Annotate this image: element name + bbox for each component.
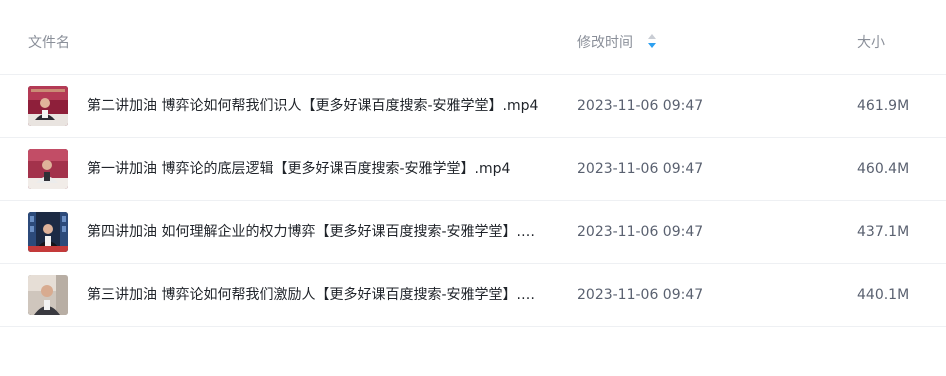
video-thumbnail-icon: [28, 212, 68, 252]
file-modified-time: 2023-11-06 09:47: [577, 98, 704, 114]
column-header-modified-label: 修改时间: [577, 35, 633, 51]
file-list: 文件名 修改时间 大小 第二讲加油 博弈论如何帮我们识人【更多好课百度搜索-安雅…: [0, 0, 946, 376]
file-name[interactable]: 第一讲加油 博弈论的底层逻辑【更多好课百度搜索-安雅学堂】.mp4: [87, 159, 547, 179]
file-row[interactable]: 第三讲加油 博弈论如何帮我们激励人【更多好课百度搜索-安雅学堂】.mp4 202…: [0, 263, 946, 327]
file-size: 440.1M: [857, 287, 910, 303]
file-name[interactable]: 第四讲加油 如何理解企业的权力博弈【更多好课百度搜索-安雅学堂】.mp4: [87, 222, 547, 242]
column-header-modified[interactable]: 修改时间: [577, 34, 657, 52]
file-modified-time: 2023-11-06 09:47: [577, 224, 704, 240]
file-size: 460.4M: [857, 161, 910, 177]
file-row[interactable]: 第二讲加油 博弈论如何帮我们识人【更多好课百度搜索-安雅学堂】.mp4 2023…: [0, 74, 946, 137]
video-thumbnail-icon: [28, 86, 68, 126]
file-name[interactable]: 第三讲加油 博弈论如何帮我们激励人【更多好课百度搜索-安雅学堂】.mp4: [87, 285, 547, 305]
sort-updown-icon[interactable]: [647, 33, 657, 49]
file-rows: 第二讲加油 博弈论如何帮我们识人【更多好课百度搜索-安雅学堂】.mp4 2023…: [0, 74, 946, 327]
file-row[interactable]: 第一讲加油 博弈论的底层逻辑【更多好课百度搜索-安雅学堂】.mp4 2023-1…: [0, 137, 946, 200]
video-thumbnail-icon: [28, 149, 68, 189]
file-list-header: 文件名 修改时间 大小: [0, 0, 946, 74]
column-header-name[interactable]: 文件名: [28, 34, 70, 52]
column-header-size[interactable]: 大小: [857, 34, 885, 52]
file-name[interactable]: 第二讲加油 博弈论如何帮我们识人【更多好课百度搜索-安雅学堂】.mp4: [87, 96, 547, 116]
file-size: 437.1M: [857, 224, 910, 240]
file-size: 461.9M: [857, 98, 910, 114]
file-row[interactable]: 第四讲加油 如何理解企业的权力博弈【更多好课百度搜索-安雅学堂】.mp4 202…: [0, 200, 946, 263]
file-modified-time: 2023-11-06 09:47: [577, 161, 704, 177]
file-modified-time: 2023-11-06 09:47: [577, 287, 704, 303]
video-thumbnail-icon: [28, 275, 68, 315]
